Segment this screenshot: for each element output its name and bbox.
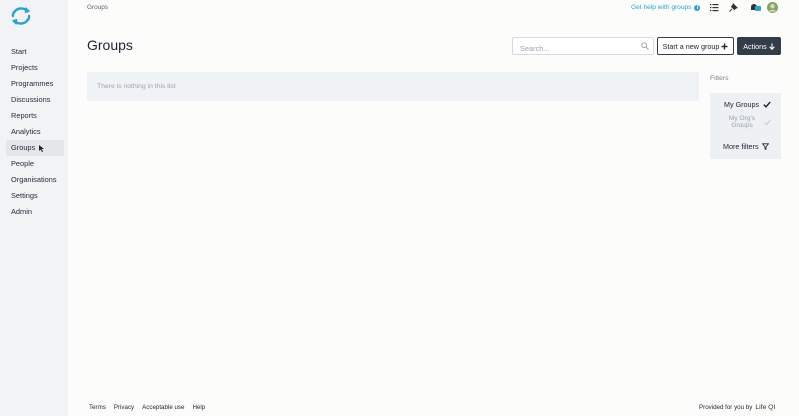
filter-icon	[761, 143, 769, 150]
sidebar-item-label: Groups	[11, 143, 36, 152]
actions-label: Actions	[743, 41, 767, 51]
start-new-group-button[interactable]: Start a new group	[657, 37, 734, 55]
check-icon	[764, 119, 771, 126]
filters-panel: My Groups My Org's Groups More filters	[710, 93, 781, 159]
refresh-logo-icon[interactable]	[10, 5, 32, 27]
search-icon	[641, 42, 649, 50]
page-title: Groups	[87, 37, 133, 53]
sidebar-item-people[interactable]: People	[6, 156, 64, 172]
sidebar-item-projects[interactable]: Projects	[6, 60, 64, 76]
sidebar-item-start[interactable]: Start	[6, 44, 64, 60]
brand-logo[interactable]: Life QI	[755, 404, 775, 411]
list-icon[interactable]	[710, 3, 719, 12]
sidebar: Start Projects Programmes Discussions Re…	[0, 0, 68, 416]
search-field[interactable]	[512, 37, 654, 57]
plus-icon	[721, 43, 728, 49]
sidebar-item-programmes[interactable]: Programmes	[6, 76, 64, 92]
footer-link-help[interactable]: Help	[192, 404, 205, 411]
sidebar-item-settings[interactable]: Settings	[6, 188, 64, 204]
filter-my-groups[interactable]: My Groups	[724, 100, 771, 109]
footer-links: Terms Privacy Acceptable use Help	[89, 404, 205, 411]
sidebar-item-analytics[interactable]: Analytics	[6, 124, 64, 140]
help-link[interactable]: Get help with groups i	[631, 4, 701, 11]
sidebar-item-admin[interactable]: Admin	[6, 204, 64, 220]
groups-list-empty: There is nothing in this list	[87, 72, 699, 101]
filter-my-orgs-groups[interactable]: My Org's Groups	[727, 115, 757, 129]
notifications-icon[interactable]	[750, 3, 761, 12]
help-link-label: Get help with groups	[631, 4, 692, 11]
start-new-group-label: Start a new group	[662, 41, 720, 51]
sidebar-item-organisations[interactable]: Organisations	[6, 172, 64, 188]
filter-my-groups-label: My Groups	[724, 100, 760, 109]
footer-link-terms[interactable]: Terms	[89, 404, 106, 411]
breadcrumb[interactable]: Groups	[87, 4, 108, 11]
footer-provided-by: Provided for you by Life QI	[699, 404, 775, 411]
arrow-down-icon	[768, 43, 775, 50]
actions-button[interactable]: Actions	[737, 37, 781, 55]
user-avatar[interactable]	[767, 2, 778, 13]
info-icon: i	[694, 4, 701, 11]
empty-message: There is nothing in this list	[97, 83, 176, 90]
sidebar-item-reports[interactable]: Reports	[6, 108, 64, 124]
provided-by-label: Provided for you by	[699, 404, 753, 411]
footer-link-acceptable-use[interactable]: Acceptable use	[142, 404, 184, 411]
sidebar-item-groups[interactable]: Groups	[6, 140, 64, 156]
pin-icon[interactable]	[729, 3, 738, 12]
footer-link-privacy[interactable]: Privacy	[114, 404, 134, 411]
search-input[interactable]	[513, 40, 633, 57]
sidebar-nav: Start Projects Programmes Discussions Re…	[6, 44, 64, 220]
check-icon	[763, 101, 771, 108]
more-filters-button[interactable]: More filters	[723, 142, 769, 151]
more-filters-label: More filters	[723, 142, 759, 151]
sidebar-item-discussions[interactable]: Discussions	[6, 92, 64, 108]
mouse-cursor-icon	[39, 145, 44, 152]
filters-heading: Filters	[710, 75, 729, 82]
